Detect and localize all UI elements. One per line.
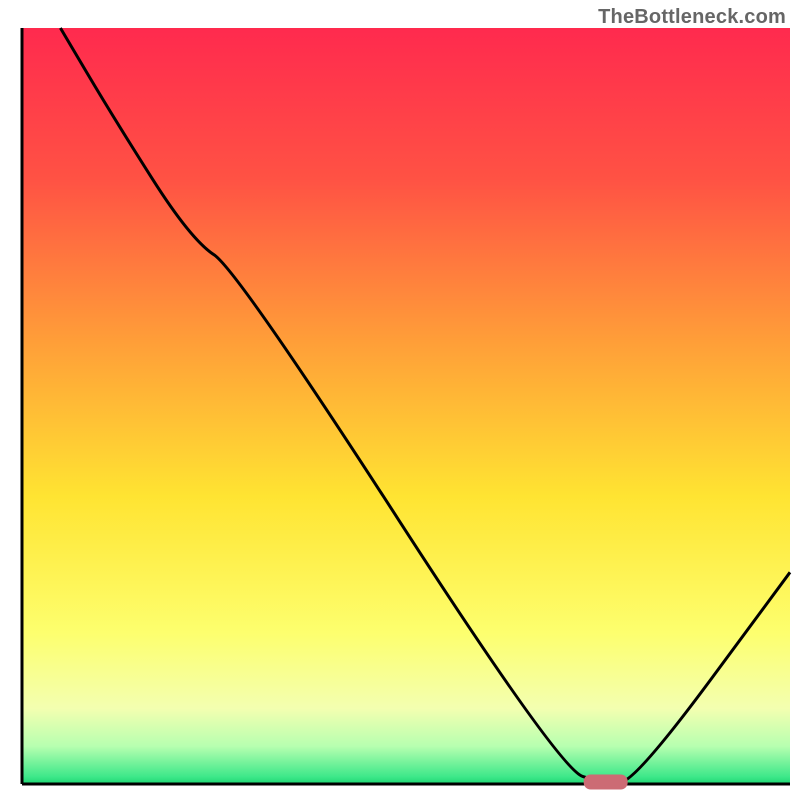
chart-container: TheBottleneck.com <box>0 0 800 800</box>
watermark-text: TheBottleneck.com <box>598 6 786 29</box>
bottleneck-chart <box>0 0 800 800</box>
optimal-marker <box>584 775 628 790</box>
plot-area <box>22 28 790 784</box>
